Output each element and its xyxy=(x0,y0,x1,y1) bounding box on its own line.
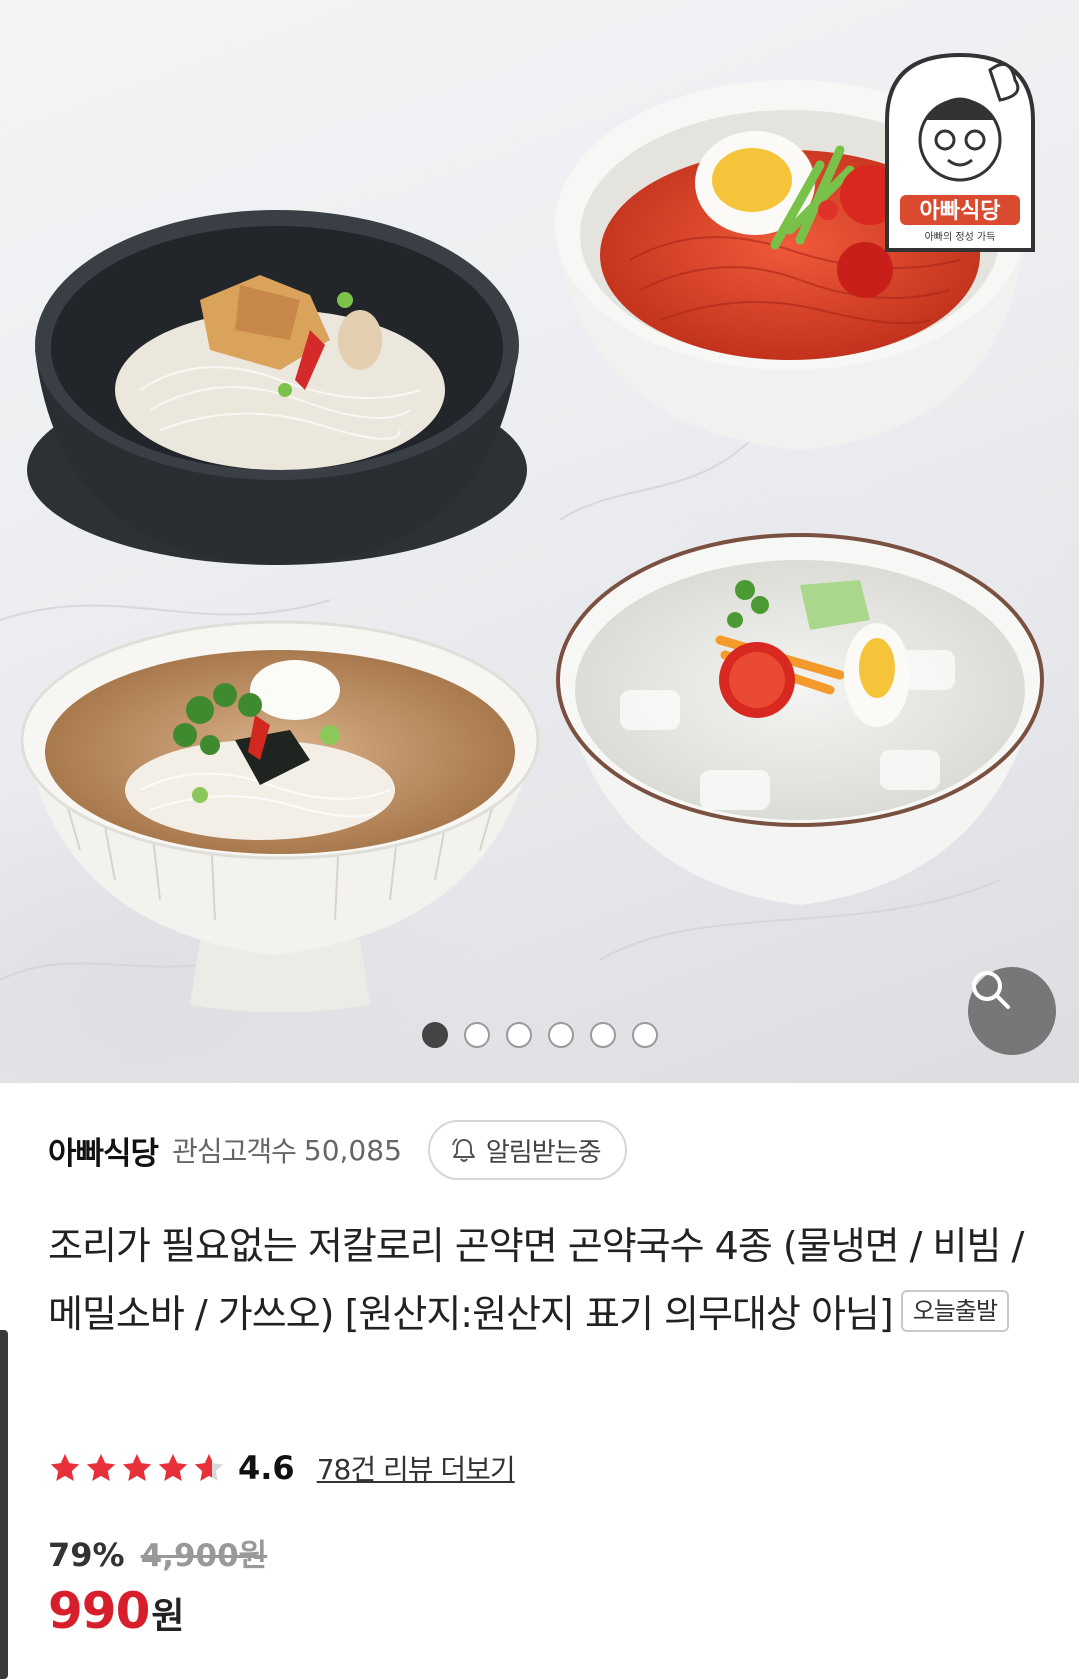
rating-row: 4.6 78건 리뷰 더보기 xyxy=(48,1442,516,1494)
notification-label: 알림받는중 xyxy=(485,1137,602,1168)
carousel-dot[interactable] xyxy=(632,1022,658,1048)
carousel-dot[interactable] xyxy=(548,1022,574,1048)
star-half-icon xyxy=(194,1453,224,1482)
rating-value: 4.6 xyxy=(238,1449,295,1487)
seller-info: 아빠식당 관심고객수 50,085 알림받는중 xyxy=(48,1118,627,1182)
follower-count: 50,085 xyxy=(303,1133,402,1167)
product-photo: 아빠식당 아빠의 정성 가득 xyxy=(0,52,1044,1013)
brand-logo: 아빠식당 아빠의 정성 가득 xyxy=(885,52,1035,252)
star-icon xyxy=(158,1453,188,1482)
scroll-indicator[interactable] xyxy=(0,1330,8,1679)
price-unit: 원 xyxy=(151,1596,185,1637)
white-bowl-naengmyeon xyxy=(556,533,1044,905)
magnifier-icon xyxy=(972,971,1010,1009)
star-icon xyxy=(86,1453,116,1482)
price-row: 990 원 xyxy=(48,1582,185,1640)
star-icon xyxy=(122,1453,152,1482)
carousel-dot[interactable] xyxy=(422,1022,448,1048)
product-title-text: 조리가 필요없는 저칼로리 곤약면 곤약국수 4종 (물냉면 / 비빔 / 메밀… xyxy=(48,1224,1024,1336)
product-image-carousel[interactable]: 아빠식당 아빠의 정성 가득 xyxy=(0,0,1079,1083)
discount-row: 79% 4,900원 xyxy=(48,1530,267,1575)
carousel-indicators xyxy=(422,1022,658,1048)
bell-icon xyxy=(452,1138,475,1162)
star-rating xyxy=(48,1451,226,1485)
discount-rate: 79% xyxy=(48,1536,125,1574)
sale-price: 990 xyxy=(48,1582,150,1640)
follower-label: 관심고객수 xyxy=(172,1135,297,1168)
seller-name[interactable]: 아빠식당 xyxy=(48,1128,159,1173)
shipping-badge: 오늘출발 xyxy=(900,1289,1010,1332)
svg-text:아빠의 정성 가득: 아빠의 정성 가득 xyxy=(925,231,996,243)
svg-text:아빠식당: 아빠식당 xyxy=(920,199,1001,224)
review-link[interactable]: 78건 리뷰 더보기 xyxy=(317,1448,516,1488)
black-bowl xyxy=(27,210,527,565)
zoom-button[interactable] xyxy=(968,967,1056,1055)
star-icon xyxy=(50,1453,80,1482)
notification-button[interactable]: 알림받는중 xyxy=(427,1120,627,1180)
original-price: 4,900원 xyxy=(140,1538,268,1574)
product-title: 조리가 필요없는 저칼로리 곤약면 곤약국수 4종 (물냉면 / 비빔 / 메밀… xyxy=(48,1212,1038,1348)
white-bowl-soba xyxy=(20,620,540,1013)
carousel-dot[interactable] xyxy=(464,1022,490,1048)
carousel-dot[interactable] xyxy=(590,1022,616,1048)
carousel-dot[interactable] xyxy=(506,1022,532,1048)
